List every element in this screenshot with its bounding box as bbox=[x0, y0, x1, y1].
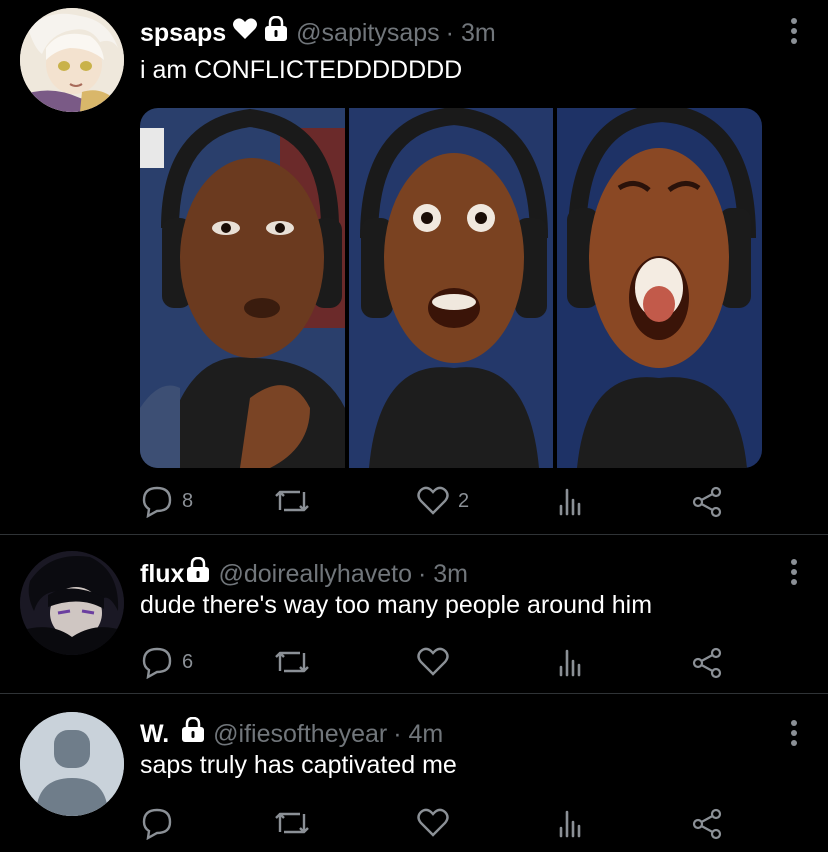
retweet-button[interactable] bbox=[272, 484, 320, 518]
timestamp[interactable]: · 4m bbox=[393, 719, 443, 749]
share-icon bbox=[692, 808, 722, 840]
tweet-header: spsaps @sapitysaps · 3m bbox=[140, 15, 496, 49]
display-name[interactable]: W. bbox=[140, 719, 169, 749]
image-panel-screaming bbox=[557, 108, 762, 468]
reply-button[interactable]: 8 bbox=[140, 484, 193, 518]
retweet-icon bbox=[275, 651, 309, 673]
tweet-actions: 6 bbox=[140, 645, 740, 679]
tweet[interactable]: flux @doireallyhaveto · 3m dude there's … bbox=[0, 535, 828, 693]
image-panel-confused bbox=[140, 108, 345, 468]
reply-button[interactable]: 6 bbox=[140, 645, 193, 679]
like-button[interactable] bbox=[416, 645, 458, 679]
reply-icon bbox=[142, 486, 172, 518]
username-handle[interactable]: @sapitysaps bbox=[296, 18, 440, 48]
timestamp[interactable]: · 3m bbox=[446, 18, 496, 48]
reply-button[interactable] bbox=[140, 806, 182, 840]
like-button[interactable]: 2 bbox=[416, 484, 469, 518]
reply-icon bbox=[142, 808, 172, 840]
share-icon bbox=[692, 647, 722, 679]
avatar[interactable] bbox=[20, 8, 124, 112]
analytics-icon bbox=[559, 810, 581, 838]
tweet-text: dude there's way too many people around … bbox=[140, 591, 653, 619]
username-handle[interactable]: @ifiesoftheyear bbox=[213, 719, 387, 749]
tweet-header: W. @ifiesoftheyear · 4m bbox=[140, 716, 443, 750]
analytics-icon bbox=[559, 649, 581, 677]
analytics-button[interactable] bbox=[556, 645, 586, 679]
share-button[interactable] bbox=[690, 484, 724, 518]
lock-icon bbox=[186, 556, 210, 590]
heart-badge-icon bbox=[232, 17, 258, 48]
anime-girl-avatar-image bbox=[20, 8, 124, 112]
analytics-icon bbox=[559, 488, 581, 516]
display-name[interactable]: flux bbox=[140, 559, 184, 589]
anime-boy-avatar-image bbox=[20, 551, 124, 655]
image-panel-shocked bbox=[348, 108, 554, 468]
reply-count: 6 bbox=[182, 650, 194, 673]
retweet-button[interactable] bbox=[272, 645, 320, 679]
analytics-button[interactable] bbox=[556, 484, 586, 518]
default-avatar-icon bbox=[20, 712, 124, 816]
lock-icon bbox=[264, 15, 288, 49]
tweet-actions: 8 2 bbox=[140, 484, 740, 518]
more-options-icon[interactable] bbox=[790, 559, 798, 585]
username-handle[interactable]: @doireallyhaveto bbox=[218, 559, 412, 589]
heart-icon bbox=[417, 647, 449, 676]
tweet-text: saps truly has captivated me bbox=[140, 751, 457, 779]
retweet-icon bbox=[275, 812, 309, 834]
avatar[interactable] bbox=[20, 551, 124, 655]
lock-icon bbox=[181, 716, 205, 750]
avatar[interactable] bbox=[20, 712, 124, 816]
share-icon bbox=[692, 486, 722, 518]
tweet-text: i am CONFLICTEDDDDDDD bbox=[140, 56, 463, 84]
more-options-icon[interactable] bbox=[790, 720, 798, 746]
more-options-icon[interactable] bbox=[790, 18, 798, 44]
retweet-button[interactable] bbox=[272, 806, 320, 840]
tweet-actions bbox=[140, 806, 740, 840]
like-button[interactable] bbox=[416, 806, 458, 840]
tweet[interactable]: spsaps @sapitysaps · 3m i am CONFLICTEDD… bbox=[0, 0, 828, 534]
share-button[interactable] bbox=[690, 806, 724, 840]
heart-icon bbox=[417, 486, 449, 515]
reply-icon bbox=[142, 647, 172, 679]
share-button[interactable] bbox=[690, 645, 724, 679]
reply-count: 8 bbox=[182, 489, 194, 512]
tweet[interactable]: W. @ifiesoftheyear · 4m saps truly has c… bbox=[0, 694, 828, 852]
like-count: 2 bbox=[458, 489, 470, 512]
timestamp[interactable]: · 3m bbox=[418, 559, 468, 589]
tweet-header: flux @doireallyhaveto · 3m bbox=[140, 556, 468, 590]
heart-icon bbox=[417, 808, 449, 837]
display-name[interactable]: spsaps bbox=[140, 18, 226, 48]
retweet-icon bbox=[275, 490, 309, 512]
tweet-image[interactable] bbox=[140, 108, 762, 468]
analytics-button[interactable] bbox=[556, 806, 586, 840]
